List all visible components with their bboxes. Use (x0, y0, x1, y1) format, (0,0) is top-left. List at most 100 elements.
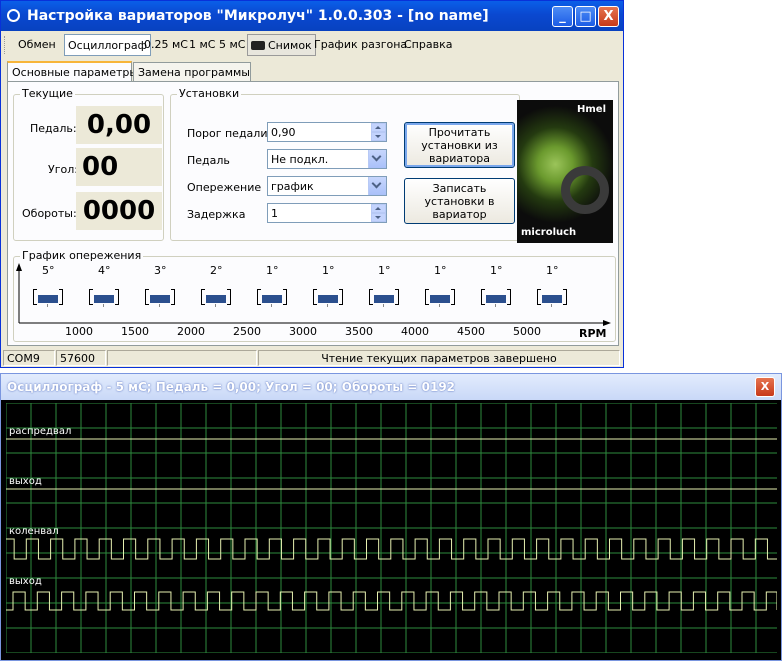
advance-graph-label: График опережения (20, 249, 144, 262)
delay-value: 1 (271, 207, 278, 220)
advance-angle-label: 2° (210, 264, 223, 277)
advance-slider[interactable] (535, 288, 569, 307)
spin-down-icon[interactable] (371, 213, 386, 222)
menu-accel-graph[interactable]: График разгона (314, 38, 407, 51)
advance-slider[interactable] (199, 288, 233, 307)
oscilloscope-close-button[interactable]: X (755, 377, 775, 397)
spin-down-icon[interactable] (371, 132, 386, 141)
logo-text-bottom: microluch (521, 227, 577, 238)
logo-text-top: Hmel (577, 104, 606, 115)
menu-rate-1[interactable]: 1 мС (189, 38, 215, 51)
advance-angle-label: 1° (546, 264, 559, 277)
status-port: COM9 (3, 350, 55, 366)
current-group-label: Текущие (20, 87, 75, 100)
spin-up-icon[interactable] (371, 204, 386, 213)
window-title: Настройка вариаторов "Микролуч" 1.0.0.30… (27, 8, 489, 24)
slider-thumb[interactable] (374, 295, 394, 303)
rpm-tick-label: 4000 (401, 325, 429, 338)
slider-thumb[interactable] (38, 295, 58, 303)
pedal-mode-label: Педаль (187, 154, 230, 167)
slider-thumb[interactable] (150, 295, 170, 303)
maximize-button[interactable]: □ (575, 6, 596, 27)
oscilloscope-canvas (6, 403, 777, 653)
rpm-label: Обороты: (22, 207, 77, 220)
advance-value: график (271, 180, 314, 193)
threshold-spinner[interactable] (371, 123, 386, 141)
pedal-label: Педаль: (30, 122, 77, 135)
advance-angle-label: 1° (378, 264, 391, 277)
threshold-value: 0,90 (271, 126, 296, 139)
menu-rate-025[interactable]: 0.25 мС (144, 38, 188, 51)
advance-label: Опережение (187, 181, 262, 194)
spin-up-icon[interactable] (371, 123, 386, 132)
status-baud: 57600 (56, 350, 106, 366)
advance-slider[interactable] (423, 288, 457, 307)
oscilloscope-title-bar[interactable]: Осциллограф - 5 мС; Педаль = 0,00; Угол … (1, 374, 781, 400)
advance-slider[interactable] (479, 288, 513, 307)
close-button[interactable]: X (598, 6, 619, 27)
advance-slider[interactable] (143, 288, 177, 307)
slider-thumb[interactable] (318, 295, 338, 303)
slider-thumb[interactable] (262, 295, 282, 303)
camera-icon (251, 41, 265, 50)
chevron-down-icon[interactable] (368, 177, 386, 195)
slider-thumb[interactable] (94, 295, 114, 303)
app-icon[interactable] (7, 9, 20, 22)
advance-slider[interactable] (367, 288, 401, 307)
oscilloscope-window: Осциллограф - 5 мС; Педаль = 0,00; Угол … (0, 373, 782, 661)
advance-angle-label: 5° (42, 264, 55, 277)
slider-thumb[interactable] (430, 295, 450, 303)
menu-rate-5[interactable]: 5 мС (219, 38, 245, 51)
tab-main-params[interactable]: Основные параметры (7, 61, 138, 82)
status-bar: COM9 57600 Чтение текущих параметров зав… (1, 349, 623, 367)
settings-group: Установки Порог педали 0,90 Педаль Не по… (170, 87, 520, 241)
rpm-tick-label: 4500 (457, 325, 485, 338)
slider-thumb[interactable] (206, 295, 226, 303)
delay-label: Задержка (187, 208, 246, 221)
menu-bar: Обмен Осциллограф 0.25 мС 1 мС 5 мС Сним… (1, 32, 623, 58)
tab-replace-program[interactable]: Замена программы (133, 62, 251, 81)
read-settings-button[interactable]: Прочитать установки из вариатора (404, 122, 515, 168)
advance-angle-label: 1° (434, 264, 447, 277)
slider-thumb[interactable] (542, 295, 562, 303)
rpm-tick-label: 1000 (65, 325, 93, 338)
rpm-tick-label: 3000 (289, 325, 317, 338)
minimize-button[interactable]: _ (552, 6, 573, 27)
rpm-tick-label: 2500 (233, 325, 261, 338)
delay-spinner[interactable] (371, 204, 386, 222)
angle-value: 00 (76, 148, 162, 186)
channel-label-output2: выход (9, 576, 42, 587)
status-empty (107, 350, 257, 366)
gear-icon (561, 166, 609, 214)
current-group: Текущие Педаль: 0,00 Угол: 00 Обороты: 0… (13, 87, 164, 241)
rpm-tick-label: 2000 (177, 325, 205, 338)
advance-slider[interactable] (87, 288, 121, 307)
snapshot-button[interactable]: Снимок (247, 34, 316, 56)
logo-image: Hmel microluch (517, 100, 613, 243)
channel-label-camshaft: распредвал (9, 426, 72, 437)
advance-slider[interactable] (31, 288, 65, 307)
pedal-mode-select[interactable]: Не подкл. (267, 149, 387, 169)
advance-slider[interactable] (311, 288, 345, 307)
toolbar-grip[interactable] (4, 36, 7, 54)
main-window: Настройка вариаторов "Микролуч" 1.0.0.30… (0, 0, 624, 368)
title-bar[interactable]: Настройка вариаторов "Микролуч" 1.0.0.30… (1, 1, 623, 31)
menu-exchange[interactable]: Обмен (18, 38, 56, 51)
delay-spinbox[interactable]: 1 (267, 203, 387, 223)
status-message: Чтение текущих параметров завершено (258, 350, 620, 366)
rpm-tick-label: 5000 (513, 325, 541, 338)
advance-angle-label: 1° (490, 264, 503, 277)
write-settings-button[interactable]: Записать установки в вариатор (404, 178, 515, 224)
pedal-value: 0,00 (76, 106, 162, 144)
chevron-down-icon[interactable] (368, 150, 386, 168)
advance-slider[interactable] (255, 288, 289, 307)
advance-select[interactable]: график (267, 176, 387, 196)
menu-help[interactable]: Справка (404, 38, 452, 51)
advance-angle-label: 1° (322, 264, 335, 277)
advance-angle-label: 1° (266, 264, 279, 277)
rpm-axis-label: RPM (579, 327, 607, 340)
settings-group-label: Установки (177, 87, 242, 100)
menu-oscilloscope-button[interactable]: Осциллограф (64, 34, 152, 56)
slider-thumb[interactable] (486, 295, 506, 303)
threshold-spinbox[interactable]: 0,90 (267, 122, 387, 142)
